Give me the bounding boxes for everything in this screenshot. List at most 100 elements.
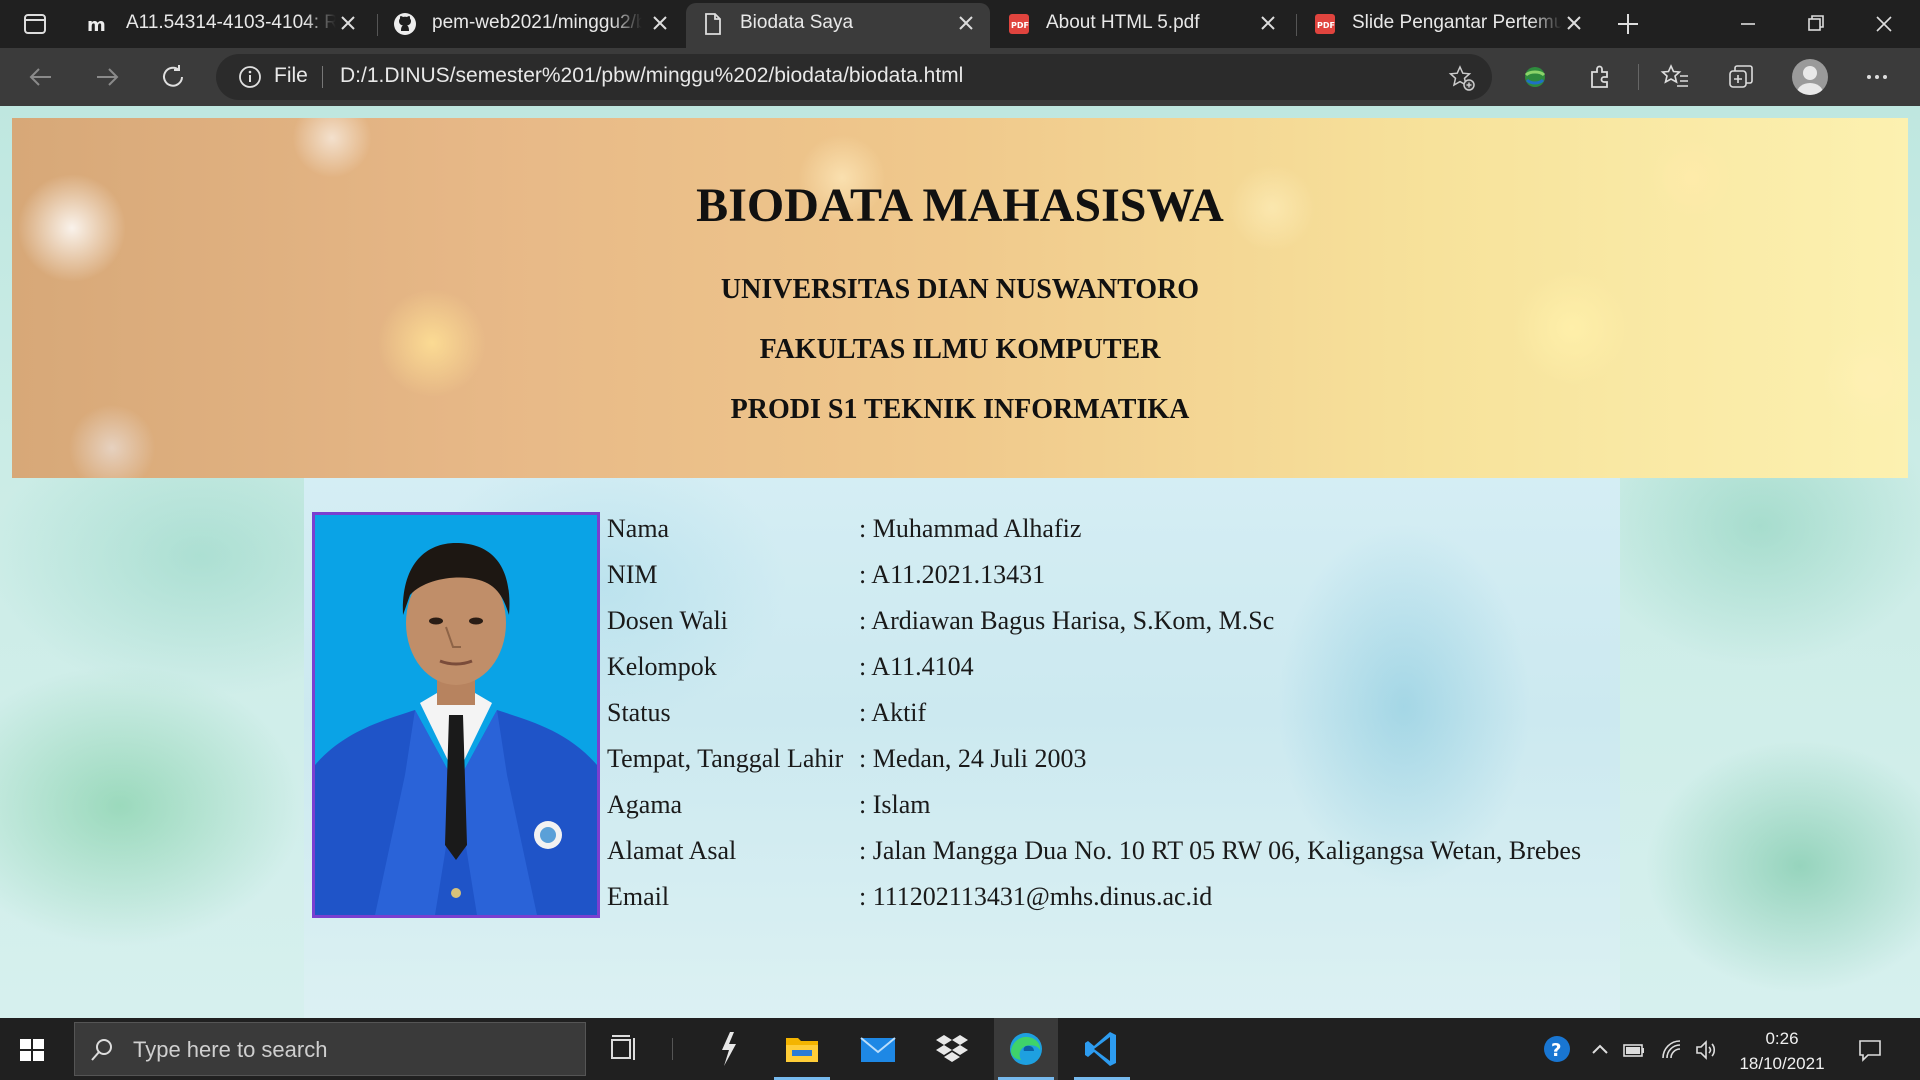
back-arrow-icon[interactable] <box>26 62 56 92</box>
volume-icon[interactable] <box>1694 1038 1718 1062</box>
bio-label: Dosen Wali <box>607 606 728 635</box>
info-icon[interactable] <box>238 65 262 89</box>
taskbar-app-launcher[interactable] <box>696 1018 760 1080</box>
bio-value: : Medan, 24 Juli 2003 <box>859 744 1087 773</box>
wifi-icon[interactable] <box>1660 1038 1684 1062</box>
close-tab-icon[interactable] <box>956 13 976 33</box>
tab-divider <box>1296 14 1297 36</box>
bio-label: Email <box>607 882 670 911</box>
taskbar-search-box[interactable]: Type here to search <box>74 1022 586 1076</box>
close-window-icon[interactable] <box>1866 6 1902 42</box>
refresh-icon[interactable] <box>158 62 188 92</box>
github-icon <box>394 13 416 35</box>
user-icon <box>1797 66 1823 95</box>
browser-toolbar: File D:/1.DINUS/semester%201/pbw/minggu%… <box>0 48 1920 106</box>
page-title: BIODATA MAHASISWA <box>696 179 1224 232</box>
tab-slide-pengantar[interactable]: PDF Slide Pengantar Pertemua <box>1298 0 1598 48</box>
tab-biodata[interactable]: Biodata Saya <box>686 3 990 48</box>
clock-date: 18/10/2021 <box>1739 1054 1825 1073</box>
collections-icon[interactable] <box>1726 62 1756 92</box>
close-tab-icon[interactable] <box>650 13 670 33</box>
moodle-icon: m <box>87 15 106 36</box>
bio-value: : Ardiawan Bagus Harisa, S.Kom, M.Sc <box>859 606 1275 635</box>
browser-titlebar: m A11.54314-4103-4104: Re pem-web2021/mi… <box>0 0 1920 48</box>
bio-value: : Jalan Mangga Dua No. 10 RT 05 RW 06, K… <box>859 836 1582 865</box>
favorites-icon[interactable] <box>1660 62 1690 92</box>
tab-title: About HTML 5.pdf <box>1046 12 1200 33</box>
svg-text:PDF: PDF <box>1011 21 1029 30</box>
browser-essentials-icon[interactable] <box>1520 62 1550 92</box>
dropbox-icon <box>936 1035 968 1062</box>
new-tab-plus-icon[interactable] <box>1614 10 1642 38</box>
page-header-banner: BIODATA MAHASISWA UNIVERSITAS DIAN NUSWA… <box>12 118 1908 478</box>
tab-moodle[interactable]: m A11.54314-4103-4104: Re <box>72 0 372 48</box>
windows-start-icon[interactable] <box>18 1036 46 1064</box>
tab-about-html5[interactable]: PDF About HTML 5.pdf <box>992 0 1292 48</box>
tab-actions-icon[interactable] <box>20 12 50 36</box>
tab-title: A11.54314-4103-4104: Re <box>126 12 336 33</box>
toolbar-divider <box>1638 64 1639 90</box>
pdf-icon: PDF <box>1315 14 1335 34</box>
task-view-button[interactable] <box>592 1018 656 1080</box>
windows-taskbar: Type here to search ? 0:26 18/10/2021 <box>0 1018 1920 1080</box>
system-clock[interactable]: 0:26 18/10/2021 <box>1728 1026 1836 1076</box>
svg-text:PDF: PDF <box>1317 21 1335 30</box>
taskbar-vscode[interactable] <box>1070 1018 1134 1080</box>
notification-center-icon[interactable] <box>1856 1036 1884 1064</box>
address-scheme-label: File <box>274 64 308 87</box>
close-tab-icon[interactable] <box>1564 13 1584 33</box>
taskbar-file-explorer[interactable] <box>770 1018 834 1080</box>
bio-label: NIM <box>607 560 658 589</box>
task-view-icon <box>611 1035 635 1060</box>
close-tab-icon[interactable] <box>338 13 358 33</box>
bio-label: Tempat, Tanggal Lahir <box>607 744 844 773</box>
svg-text:?: ? <box>1551 1040 1561 1061</box>
clock-time: 0:26 <box>1765 1029 1799 1048</box>
search-icon <box>91 1039 112 1061</box>
document-icon <box>705 13 721 35</box>
forward-arrow-icon[interactable] <box>92 62 122 92</box>
minimize-icon[interactable] <box>1730 6 1766 42</box>
more-menu-icon[interactable] <box>1862 62 1892 92</box>
tab-title: pem-web2021/minggu2/b <box>432 12 642 33</box>
student-photo <box>312 512 600 918</box>
close-tab-icon[interactable] <box>1258 13 1278 33</box>
taskbar-divider <box>672 1038 673 1060</box>
bio-value: : Islam <box>859 790 931 819</box>
extensions-puzzle-icon[interactable] <box>1586 62 1616 92</box>
help-icon[interactable]: ? <box>1542 1034 1572 1064</box>
lightning-app-icon <box>722 1032 736 1066</box>
address-url[interactable]: D:/1.DINUS/semester%201/pbw/minggu%202/b… <box>340 64 963 88</box>
address-divider <box>322 66 323 88</box>
student-portrait-image <box>315 515 597 915</box>
program-name: PRODI S1 TEKNIK INFORMATIKA <box>730 394 1190 425</box>
bio-label: Kelompok <box>607 652 717 681</box>
search-placeholder: Type here to search <box>133 1037 328 1062</box>
bio-value: : Muhammad Alhafiz <box>859 514 1082 543</box>
bio-label: Status <box>607 698 671 727</box>
tab-github[interactable]: pem-web2021/minggu2/b <box>378 0 684 48</box>
profile-avatar[interactable] <box>1792 59 1828 95</box>
chevron-up-icon[interactable] <box>1588 1038 1612 1062</box>
taskbar-mail[interactable] <box>846 1018 910 1080</box>
mail-icon <box>860 1037 896 1062</box>
bio-value: : Aktif <box>859 698 927 727</box>
svg-text:m: m <box>87 15 106 36</box>
taskbar-edge[interactable] <box>994 1018 1058 1080</box>
bio-label: Nama <box>607 514 670 543</box>
add-favorite-icon[interactable] <box>1448 64 1476 92</box>
restore-icon[interactable] <box>1798 6 1834 42</box>
battery-icon[interactable] <box>1622 1038 1646 1062</box>
bio-label: Alamat Asal <box>607 836 737 865</box>
folder-icon <box>786 1038 818 1062</box>
vscode-icon <box>1085 1032 1116 1066</box>
pdf-icon: PDF <box>1009 14 1029 34</box>
edge-browser-icon <box>1010 1033 1042 1065</box>
university-name: UNIVERSITAS DIAN NUSWANTORO <box>720 274 1200 305</box>
bio-label: Agama <box>607 790 683 819</box>
tab-title: Slide Pengantar Pertemua <box>1352 12 1562 33</box>
faculty-name: FAKULTAS ILMU KOMPUTER <box>759 334 1161 365</box>
address-bar[interactable]: File D:/1.DINUS/semester%201/pbw/minggu%… <box>216 54 1492 100</box>
taskbar-dropbox[interactable] <box>920 1018 984 1080</box>
webpage-content: BIODATA MAHASISWA UNIVERSITAS DIAN NUSWA… <box>0 106 1920 1018</box>
